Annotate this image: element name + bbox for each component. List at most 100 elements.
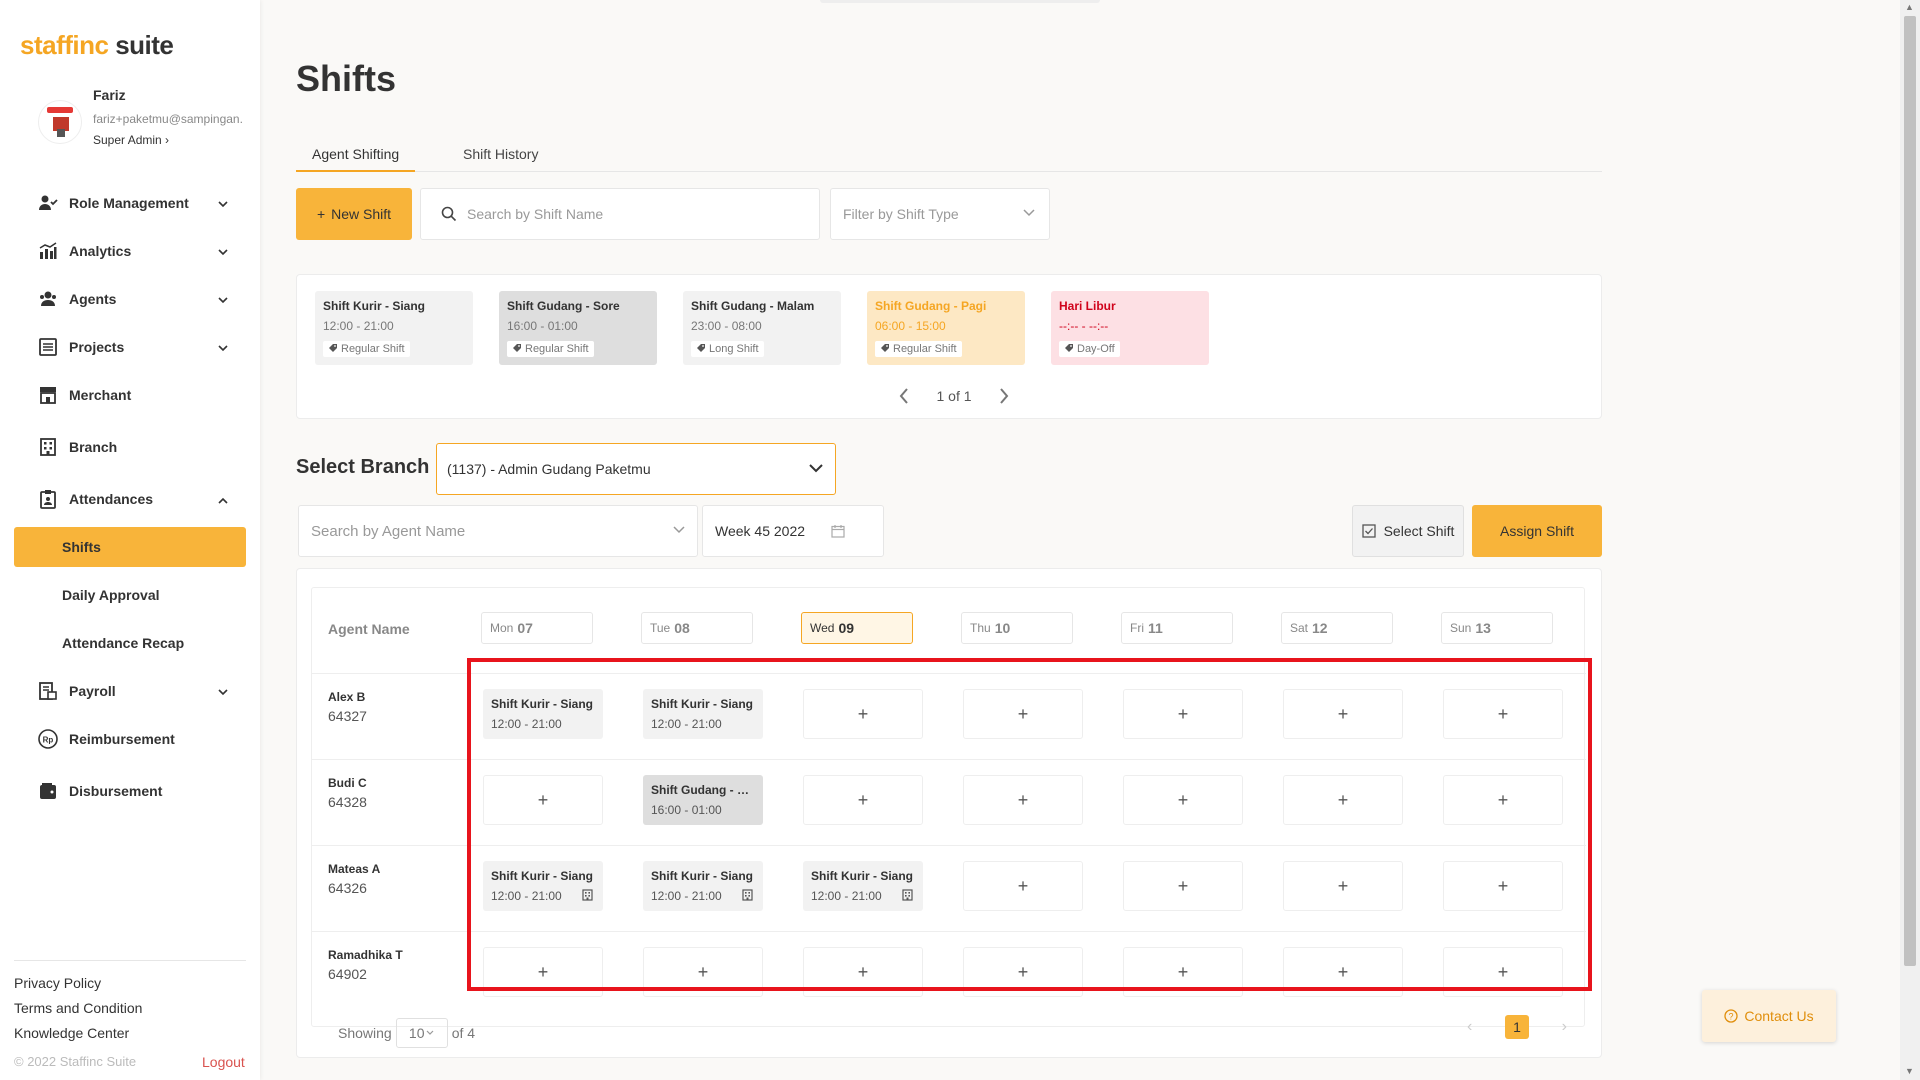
terms-link[interactable]: Terms and Condition: [14, 1000, 142, 1016]
logout-link[interactable]: Logout: [202, 1054, 245, 1070]
profile-role[interactable]: Super Admin ›: [93, 133, 169, 147]
sidebar-item-label: Analytics: [69, 243, 132, 259]
sidebar-item-label: Reimbursement: [69, 731, 175, 747]
chevron-up-icon: [218, 491, 228, 507]
brand-logo[interactable]: staffinc suite: [20, 30, 174, 61]
knowledge-center-link[interactable]: Knowledge Center: [14, 1025, 129, 1041]
sidebar-item-label: Payroll: [69, 683, 116, 699]
day-header-thu[interactable]: Thu 10: [961, 612, 1073, 644]
chevron-down-icon: [809, 464, 823, 473]
merchant-icon: [37, 384, 59, 406]
sidebar-item-label: Merchant: [69, 387, 132, 403]
chevron-left-icon[interactable]: ‹: [1467, 1018, 1472, 1036]
shift-type-name: Shift Gudang - Sore: [507, 299, 620, 313]
agent-name: Alex B: [328, 690, 366, 704]
shift-type-card[interactable]: Shift Kurir - Siang 12:00 - 21:00 Regular …: [315, 291, 473, 365]
agent-id: 64327: [328, 708, 367, 724]
scroll-down-icon[interactable]: ▼: [1905, 1066, 1914, 1076]
shift-type-tag: Regular Shift: [323, 341, 410, 357]
week-picker[interactable]: Week 45 2022: [702, 505, 884, 557]
day-header-wed[interactable]: Wed 09: [801, 612, 913, 644]
assign-shift-button[interactable]: Assign Shift: [1472, 505, 1602, 557]
shift-type-card[interactable]: Shift Gudang - Pagi 06:00 - 15:00 Regular …: [867, 291, 1025, 365]
agent-search-input[interactable]: Search by Agent Name: [298, 505, 698, 557]
sidebar-divider: [14, 960, 246, 961]
tag-icon: [328, 343, 338, 356]
shift-type-card[interactable]: Hari Libur --:-- - --:-- Day-Off: [1051, 291, 1209, 365]
shift-type-card[interactable]: Shift Gudang - Sore 16:00 - 01:00 Regular …: [499, 291, 657, 365]
chevron-down-icon: [218, 339, 228, 355]
chevron-down-icon: [218, 195, 228, 211]
page-button-current[interactable]: 1: [1505, 1015, 1529, 1039]
sidebar-subitem-shifts[interactable]: Shifts: [14, 527, 246, 567]
shift-type-name: Hari Libur: [1059, 299, 1116, 313]
copyright: © 2022 Staffinc Suite: [14, 1054, 137, 1069]
day-header-sat[interactable]: Sat 12: [1281, 612, 1393, 644]
tag-icon: [696, 343, 706, 356]
sidebar-item-branch[interactable]: Branch: [14, 427, 246, 467]
chevron-down-icon: [427, 1030, 434, 1035]
sidebar-item-projects[interactable]: Projects: [14, 327, 246, 367]
sidebar: staffinc suite Fariz fariz+paketmu@sampi…: [0, 0, 260, 1080]
shift-search-input[interactable]: Search by Shift Name: [420, 188, 820, 240]
disbursement-icon: [37, 780, 59, 802]
new-shift-button[interactable]: + New Shift: [296, 188, 412, 240]
tag-icon: [1064, 343, 1074, 356]
shift-type-time: --:-- - --:--: [1059, 319, 1109, 333]
page-title: Shifts: [296, 58, 397, 99]
sidebar-item-role-management[interactable]: Role Management: [14, 183, 246, 223]
per-page-select[interactable]: 10: [395, 1018, 448, 1048]
select-shift-button[interactable]: Select Shift: [1352, 505, 1464, 557]
payroll-icon: [37, 680, 59, 702]
day-header-sun[interactable]: Sun 13: [1441, 612, 1553, 644]
shift-type-tag: Regular Shift: [875, 341, 962, 357]
agent-id: 64326: [328, 880, 367, 896]
tab-agent-shifting[interactable]: Agent Shifting: [296, 146, 416, 172]
svg-text:Rp: Rp: [43, 736, 54, 745]
shift-type-time: 06:00 - 15:00: [875, 319, 946, 333]
agent-id: 64902: [328, 966, 367, 982]
scroll-up-icon[interactable]: ▲: [1905, 2, 1914, 12]
sidebar-item-payroll[interactable]: Payroll: [14, 671, 246, 711]
user-profile[interactable]: Fariz fariz+paketmu@sampingan. Super Adm…: [30, 85, 260, 155]
shift-type-filter[interactable]: Filter by Shift Type: [830, 188, 1050, 240]
page-scrollbar[interactable]: ▲ ▼: [1900, 0, 1920, 1080]
highlight-annotation-box: [467, 658, 1592, 991]
sidebar-subitem-attendance-recap[interactable]: Attendance Recap: [14, 623, 246, 663]
chevron-right-icon[interactable]: [999, 388, 1009, 404]
chevron-left-icon[interactable]: [899, 388, 909, 404]
shift-type-tag: Regular Shift: [507, 341, 594, 357]
chevron-right-icon[interactable]: ›: [1562, 1018, 1567, 1036]
sidebar-item-agents[interactable]: Agents: [14, 279, 246, 319]
calendar-icon: [831, 525, 845, 538]
search-icon: [441, 206, 457, 222]
sidebar-subitem-daily-approval[interactable]: Daily Approval: [14, 575, 246, 615]
sidebar-item-merchant[interactable]: Merchant: [14, 375, 246, 415]
day-header-mon[interactable]: Mon 07: [481, 612, 593, 644]
contact-us-button[interactable]: ? Contact Us: [1702, 990, 1836, 1042]
agent-name: Budi C: [328, 776, 367, 790]
shift-type-time: 16:00 - 01:00: [507, 319, 578, 333]
day-header-fri[interactable]: Fri 11: [1121, 612, 1233, 644]
showing-summary: Showing 10 of 4: [338, 1018, 475, 1048]
sidebar-item-analytics[interactable]: Analytics: [14, 231, 246, 271]
branch-icon: [37, 436, 59, 458]
chevron-down-icon: [1023, 209, 1035, 217]
role-icon: [37, 192, 59, 214]
chevron-down-icon: [218, 683, 228, 699]
sidebar-item-disbursement[interactable]: Disbursement: [14, 771, 246, 811]
sidebar-item-reimbursement[interactable]: Rp Reimbursement: [14, 719, 246, 759]
privacy-policy-link[interactable]: Privacy Policy: [14, 975, 101, 991]
sidebar-item-attendances[interactable]: Attendances: [14, 479, 246, 519]
shift-type-time: 12:00 - 21:00: [323, 319, 394, 333]
agent-name: Ramadhika T: [328, 948, 403, 962]
sidebar-item-label: Projects: [69, 339, 125, 355]
day-header-tue[interactable]: Tue 08: [641, 612, 753, 644]
profile-email: fariz+paketmu@sampingan.: [93, 112, 243, 126]
shift-type-tag: Long Shift: [691, 341, 764, 357]
branch-select[interactable]: (1137) - Admin Gudang Paketmu: [436, 443, 836, 495]
shift-type-time: 23:00 - 08:00: [691, 319, 762, 333]
tab-shift-history[interactable]: Shift History: [463, 146, 538, 172]
shift-type-card[interactable]: Shift Gudang - Malam 23:00 - 08:00 Long Sh…: [683, 291, 841, 365]
scroll-thumb[interactable]: [1904, 16, 1916, 966]
